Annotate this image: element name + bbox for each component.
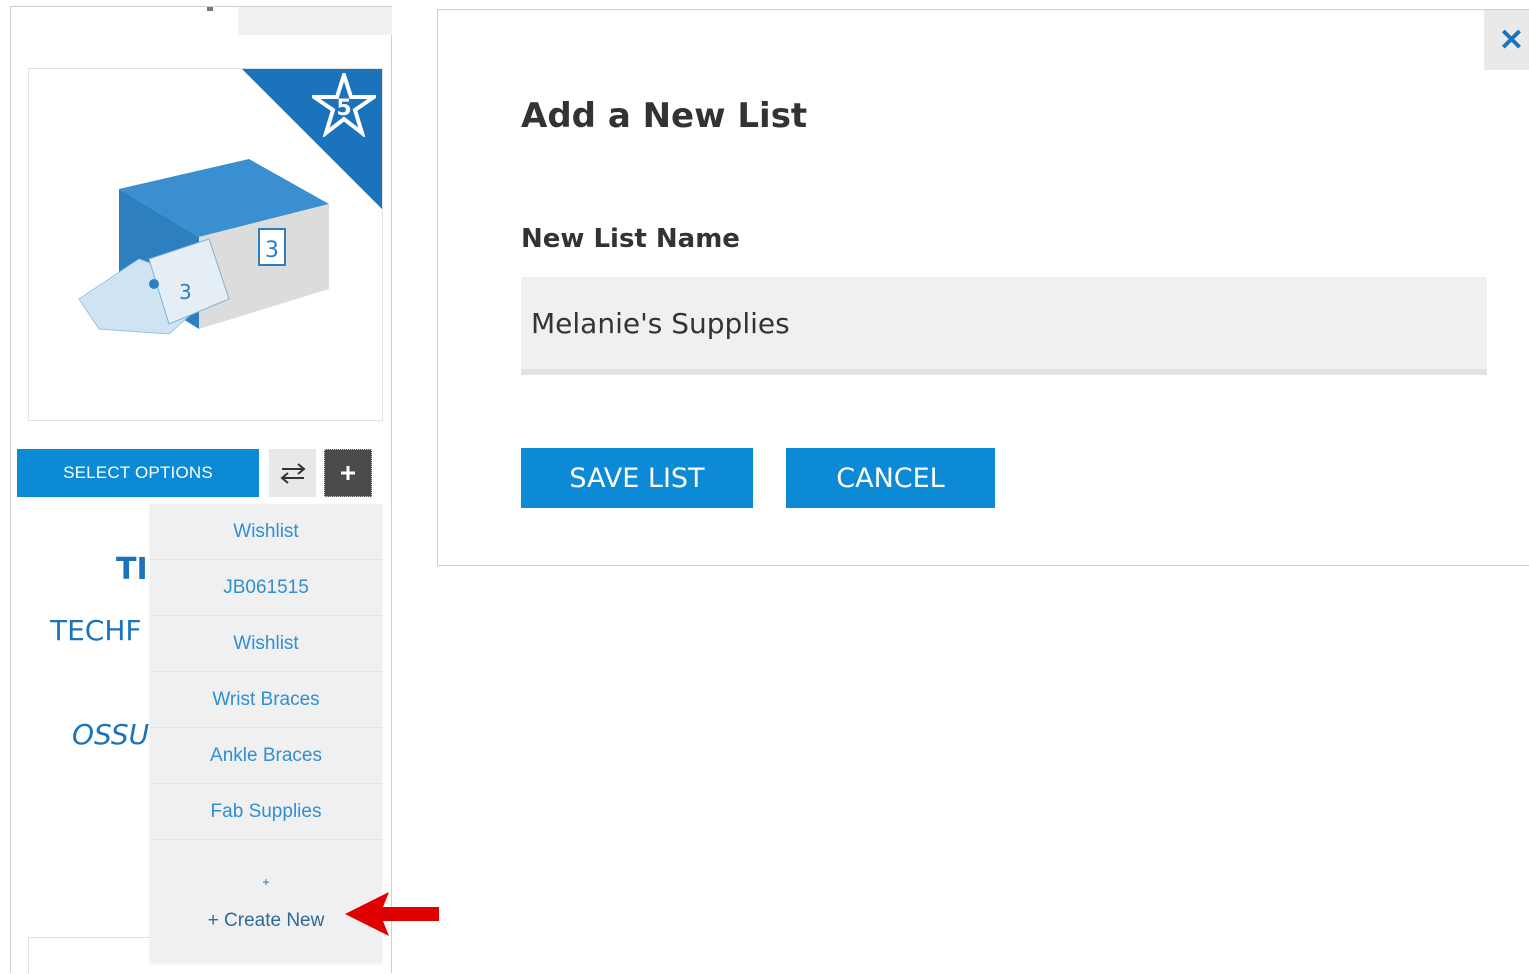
save-list-button[interactable]: SAVE LIST bbox=[521, 448, 753, 508]
list-item-wrist-braces[interactable]: Wrist Braces bbox=[150, 672, 382, 728]
add-list-modal: ✕ Add a New List New List Name SAVE LIST… bbox=[437, 9, 1529, 566]
modal-close-button[interactable]: ✕ bbox=[1484, 10, 1529, 70]
list-item-wishlist[interactable]: Wishlist bbox=[150, 504, 382, 560]
list-name-input[interactable] bbox=[521, 277, 1487, 375]
next-card-edge bbox=[28, 937, 158, 974]
five-star-badge-icon: 5 bbox=[312, 73, 376, 137]
select-options-button[interactable]: SELECT OPTIONS bbox=[17, 449, 259, 497]
cancel-button[interactable]: CANCEL bbox=[786, 448, 995, 508]
list-item-fab-supplies[interactable]: Fab Supplies bbox=[150, 784, 382, 840]
plus-icon bbox=[341, 466, 355, 480]
svg-text:5: 5 bbox=[336, 96, 351, 121]
list-name-label: New List Name bbox=[521, 224, 740, 254]
product-title[interactable]: TI bbox=[116, 552, 148, 587]
annotation-arrow-icon bbox=[345, 892, 439, 936]
product-image-frame[interactable]: 3 3 5 bbox=[28, 68, 383, 421]
create-new-marker: + bbox=[262, 874, 270, 889]
compare-button[interactable] bbox=[269, 449, 316, 497]
product-name[interactable]: TECHF bbox=[50, 614, 142, 647]
card-top-strip bbox=[238, 7, 392, 35]
card-top-mark bbox=[207, 7, 213, 11]
list-item-ankle-braces[interactable]: Ankle Braces bbox=[150, 728, 382, 784]
add-to-list-button[interactable] bbox=[324, 449, 372, 497]
swap-arrows-icon bbox=[279, 463, 306, 484]
svg-text:3: 3 bbox=[265, 238, 279, 263]
close-icon: ✕ bbox=[1498, 23, 1525, 57]
svg-text:3: 3 bbox=[179, 280, 192, 304]
modal-title: Add a New List bbox=[521, 96, 808, 136]
list-item-jb061515[interactable]: JB061515 bbox=[150, 560, 382, 616]
create-new-label: + Create New bbox=[207, 909, 325, 931]
product-brand[interactable]: OSSU bbox=[72, 718, 149, 751]
list-item-wishlist-2[interactable]: Wishlist bbox=[150, 616, 382, 672]
